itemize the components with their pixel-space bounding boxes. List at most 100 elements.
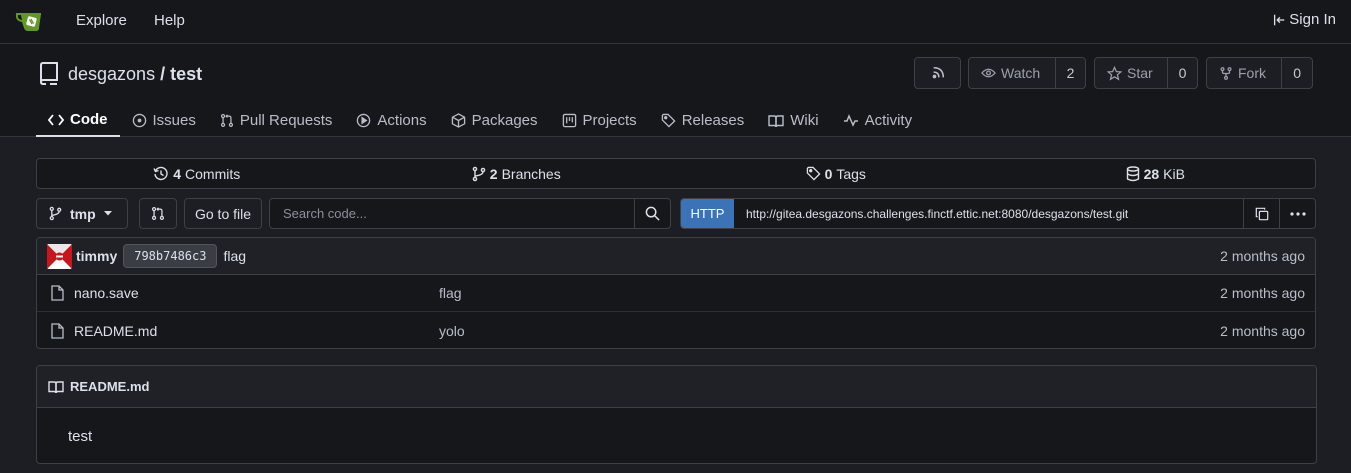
- play-icon: [356, 113, 371, 128]
- repo-title-separator: /: [160, 64, 166, 84]
- fork-icon: [1219, 66, 1233, 81]
- fork-label: Fork: [1238, 65, 1266, 81]
- go-to-file-button[interactable]: Go to file: [184, 198, 262, 229]
- compare-button[interactable]: [139, 198, 177, 229]
- repo-header: desgazons / test Watch 2 Star 0 Fork 0 C…: [0, 44, 1351, 137]
- nav-explore-link[interactable]: Explore: [76, 12, 127, 29]
- clone-url-box: HTTP http://gitea.desgazons.challenges.f…: [680, 198, 1316, 229]
- size-stat: 28 KiB: [996, 159, 1316, 188]
- tab-issues-label: Issues: [152, 112, 196, 129]
- tag-icon: [661, 113, 676, 128]
- sign-in-icon: [1272, 13, 1286, 27]
- file-name[interactable]: nano.save: [74, 285, 139, 301]
- repo-name-link[interactable]: test: [170, 64, 202, 84]
- eye-icon: [981, 67, 996, 79]
- tab-activity[interactable]: Activity: [831, 104, 925, 137]
- tab-releases-label: Releases: [681, 112, 745, 129]
- sign-in-link[interactable]: Sign In: [1272, 11, 1336, 28]
- top-nav: Explore Help Sign In: [0, 0, 1351, 44]
- project-icon: [562, 113, 577, 128]
- star-button[interactable]: Star 0: [1094, 57, 1198, 89]
- watch-label: Watch: [1001, 65, 1041, 81]
- copy-url-button[interactable]: [1243, 199, 1279, 228]
- go-to-file-label: Go to file: [194, 205, 252, 222]
- latest-commit-row: timmy 798b7486c3 flag 2 months ago: [37, 238, 1315, 275]
- tab-releases[interactable]: Releases: [649, 104, 757, 137]
- tags-stat[interactable]: 0 Tags: [676, 159, 996, 188]
- branch-selector[interactable]: tmp: [36, 198, 128, 229]
- pull-request-icon: [220, 113, 234, 128]
- tab-pull-requests[interactable]: Pull Requests: [208, 104, 345, 137]
- tab-projects[interactable]: Projects: [550, 104, 649, 137]
- file-name[interactable]: README.md: [74, 323, 157, 339]
- commits-count: 4: [173, 165, 182, 182]
- readme-panel: README.md test: [36, 365, 1317, 464]
- branch-icon: [472, 166, 486, 182]
- tab-actions[interactable]: Actions: [344, 104, 438, 137]
- repo-icon: [38, 61, 60, 87]
- size-value: 28: [1143, 165, 1160, 182]
- repo-stats-bar: 4 Commits 2 Branches 0 Tags 28 KiB: [36, 158, 1316, 189]
- database-icon: [1126, 165, 1140, 182]
- repo-title: desgazons / test: [68, 64, 202, 85]
- watch-button[interactable]: Watch 2: [968, 57, 1086, 89]
- gitea-logo-icon[interactable]: [14, 8, 44, 34]
- tab-wiki[interactable]: Wiki: [756, 104, 830, 137]
- tag-icon: [806, 166, 821, 181]
- tab-issues[interactable]: Issues: [120, 104, 208, 137]
- file-time: 2 months ago: [1220, 322, 1305, 339]
- fork-count[interactable]: 0: [1281, 58, 1312, 88]
- table-row[interactable]: nano.save flag 2 months ago: [37, 275, 1315, 312]
- more-options-button[interactable]: [1279, 199, 1315, 228]
- book-icon: [48, 380, 64, 394]
- tab-packages-label: Packages: [471, 112, 538, 129]
- file-commit-message[interactable]: yolo: [439, 323, 465, 339]
- commit-sha-badge[interactable]: 798b7486c3: [123, 244, 218, 268]
- branches-stat[interactable]: 2 Branches: [357, 159, 677, 188]
- tab-pull-requests-label: Pull Requests: [239, 112, 333, 129]
- branch-name: tmp: [70, 205, 96, 222]
- file-icon: [51, 285, 64, 301]
- clone-url[interactable]: http://gitea.desgazons.challenges.finctf…: [734, 199, 1243, 228]
- readme-header: README.md: [37, 366, 1316, 408]
- tab-code-label: Code: [70, 111, 108, 128]
- rss-button[interactable]: [914, 57, 961, 89]
- file-commit-message[interactable]: flag: [439, 285, 462, 301]
- caret-down-icon: [103, 211, 112, 216]
- readme-content: test: [68, 428, 93, 445]
- tab-code[interactable]: Code: [36, 104, 120, 137]
- pulse-icon: [843, 114, 859, 127]
- commits-label: Commits: [185, 165, 241, 182]
- file-icon: [51, 322, 64, 339]
- fork-button[interactable]: Fork 0: [1206, 57, 1313, 89]
- table-row[interactable]: README.md yolo 2 months ago: [37, 312, 1315, 348]
- tab-wiki-label: Wiki: [790, 112, 819, 129]
- tab-activity-label: Activity: [864, 112, 913, 129]
- kebab-horizontal-icon: [1289, 211, 1306, 216]
- book-icon: [768, 114, 784, 128]
- search-button[interactable]: [634, 199, 670, 228]
- star-count[interactable]: 0: [1167, 58, 1197, 88]
- rss-icon: [931, 66, 945, 80]
- history-icon: [153, 166, 169, 182]
- commit-time: 2 months ago: [1220, 248, 1305, 264]
- commit-message[interactable]: flag: [223, 248, 246, 264]
- nav-help-link[interactable]: Help: [154, 12, 185, 29]
- tab-packages[interactable]: Packages: [439, 104, 550, 137]
- commits-stat[interactable]: 4 Commits: [37, 159, 357, 188]
- branches-count: 2: [489, 165, 498, 182]
- branches-label: Branches: [501, 165, 561, 182]
- avatar[interactable]: [47, 243, 72, 269]
- repo-tabs: Code Issues Pull Requests Actions Packag…: [36, 104, 924, 137]
- tags-count: 0: [824, 165, 833, 182]
- search-input[interactable]: [270, 199, 634, 228]
- commit-author[interactable]: timmy: [76, 248, 117, 264]
- pull-request-icon: [151, 206, 165, 221]
- file-list: timmy 798b7486c3 flag 2 months ago nano.…: [36, 237, 1316, 349]
- watch-count[interactable]: 2: [1055, 58, 1085, 88]
- tags-label: Tags: [836, 165, 866, 182]
- readme-filename[interactable]: README.md: [70, 379, 149, 394]
- repo-owner-link[interactable]: desgazons: [68, 64, 155, 84]
- code-search: [269, 198, 671, 229]
- clone-protocol-button[interactable]: HTTP: [681, 199, 734, 228]
